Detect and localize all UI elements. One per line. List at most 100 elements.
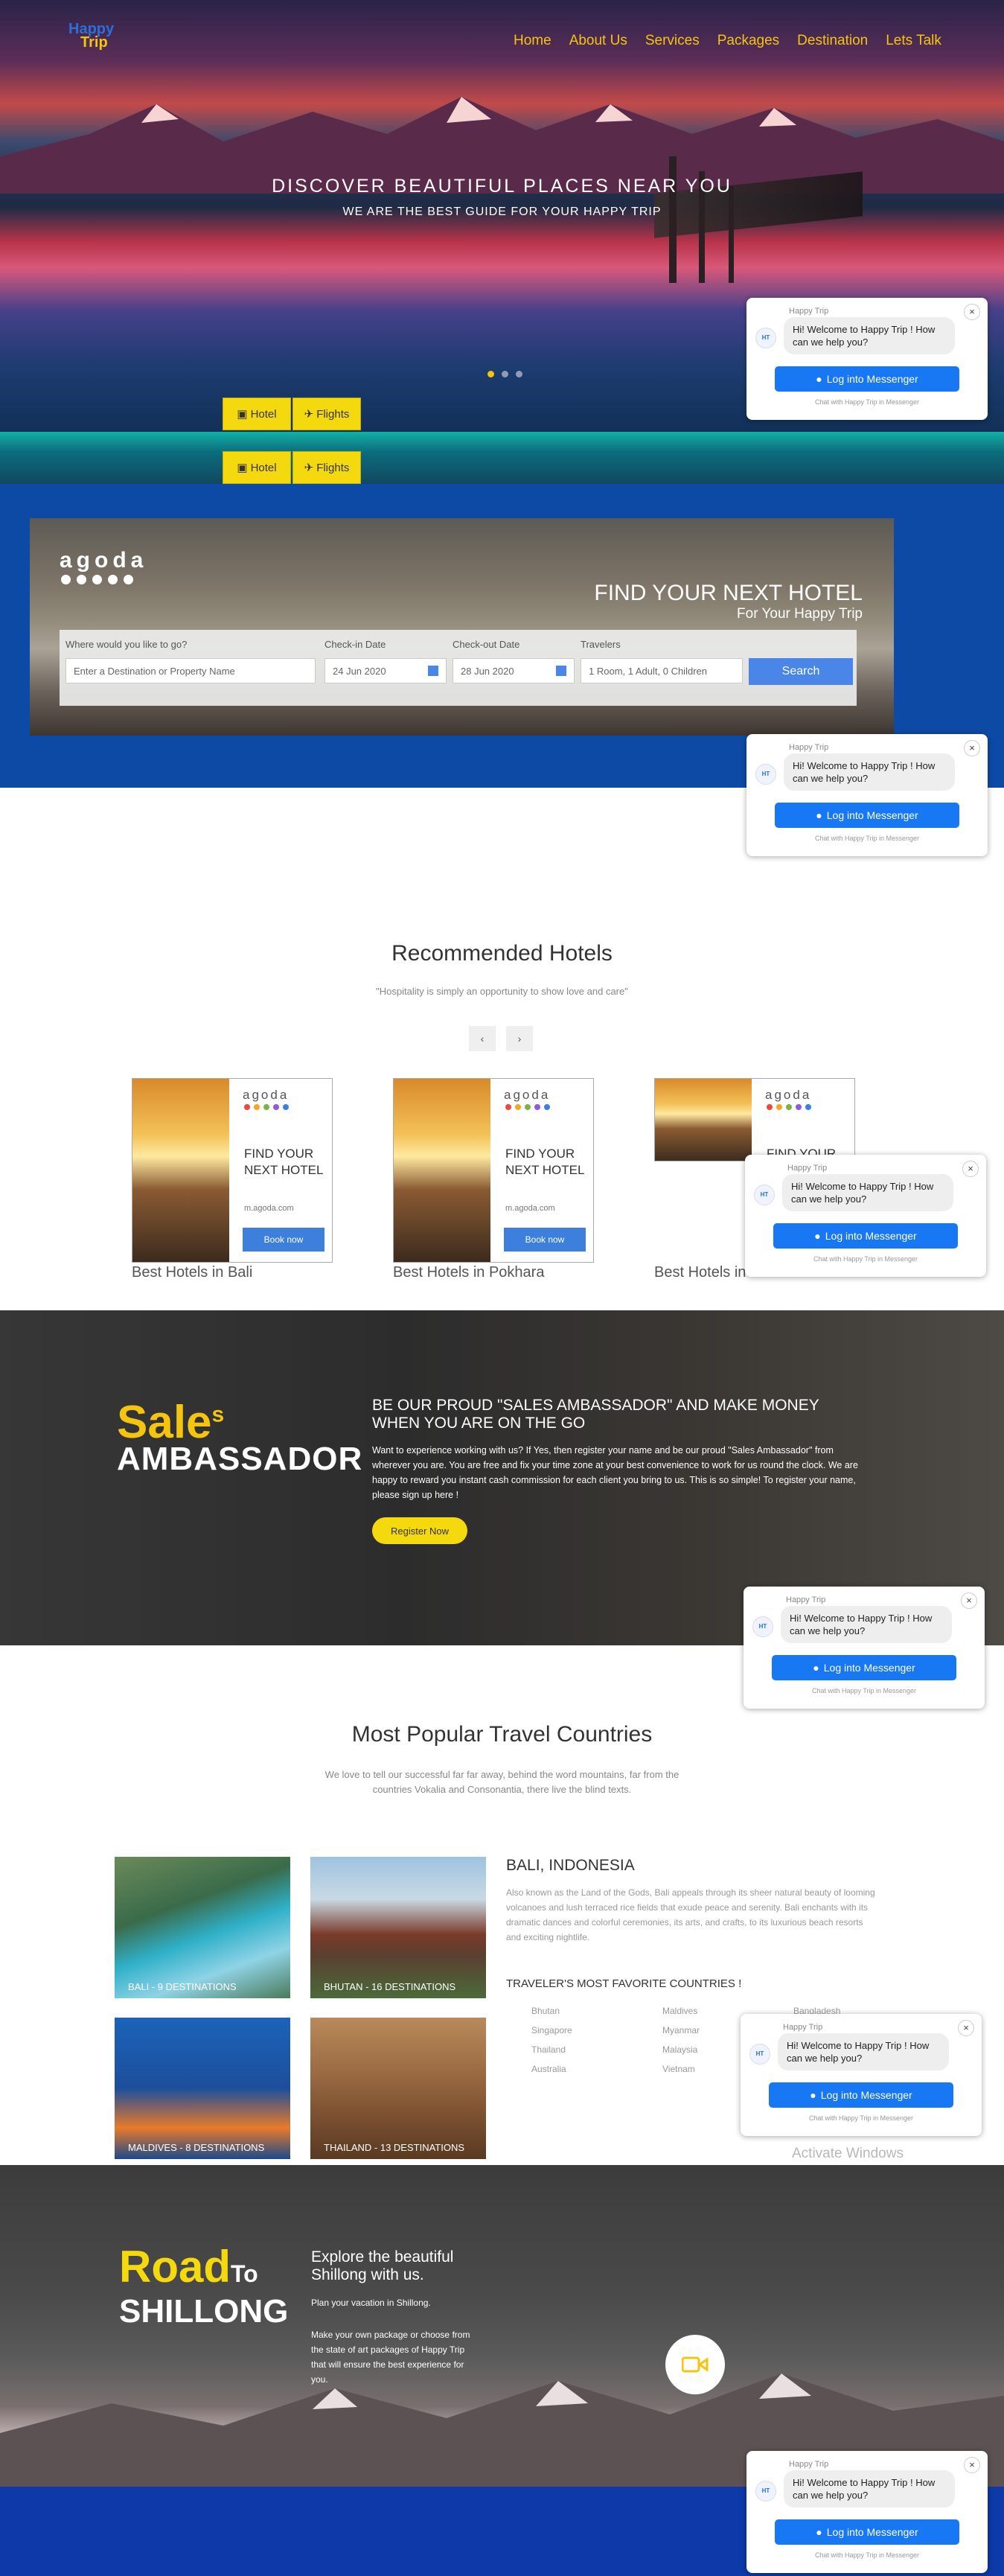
- carousel-dots: [487, 371, 522, 377]
- messenger-icon: ●: [816, 373, 822, 385]
- messenger-login-button[interactable]: ● Log into Messenger: [775, 2519, 959, 2545]
- messenger-login-button[interactable]: ● Log into Messenger: [772, 1655, 956, 1680]
- checkin-value: 24 Jun 2020: [333, 666, 386, 677]
- tab-flights-label: Flights: [316, 461, 350, 474]
- avatar: HT: [754, 1185, 775, 1205]
- carousel-dot[interactable]: [487, 371, 494, 377]
- messenger-icon: ●: [814, 1230, 821, 1242]
- messenger-login-button[interactable]: ● Log into Messenger: [769, 2082, 953, 2108]
- fav-country[interactable]: Thailand: [531, 2044, 662, 2055]
- messenger-greeting: Hi! Welcome to Happy Trip ! How can we h…: [784, 317, 955, 354]
- play-video-button[interactable]: [665, 2335, 725, 2394]
- avatar: HT: [752, 1616, 773, 1637]
- messenger-login-button[interactable]: ● Log into Messenger: [775, 366, 959, 392]
- messenger-footer: Chat with Happy Trip in Messenger: [811, 1687, 917, 1695]
- calendar-icon[interactable]: [556, 666, 566, 676]
- hotel-card-third[interactable]: agoda FIND YOUR NEXT HOTEL: [654, 1078, 855, 1161]
- brand-logo[interactable]: Happy Trip: [68, 22, 121, 60]
- country-card-bhutan[interactable]: BHUTAN - 16 DESTINATIONS: [310, 1857, 486, 1998]
- road-text-2: Make your own package or choose from the…: [311, 2330, 470, 2385]
- avatar: HT: [755, 328, 776, 348]
- register-now-button[interactable]: Register Now: [372, 1517, 467, 1544]
- agoda-title: FIND YOUR NEXT HOTEL: [594, 581, 863, 605]
- to-word: To: [231, 2260, 258, 2287]
- messenger-greeting: Hi! Welcome to Happy Trip ! How can we h…: [784, 2470, 955, 2508]
- book-now-button[interactable]: Book now: [243, 1228, 324, 1252]
- messenger-chat-popup: Happy Trip × HT Hi! Welcome to Happy Tri…: [746, 734, 988, 856]
- tab-flights-label: Flights: [316, 407, 350, 421]
- ambassador-word: AMBASSADOR: [117, 1441, 363, 1477]
- hotel-card-photo: [132, 1079, 229, 1262]
- travelers-input[interactable]: 1 Room, 1 Adult, 0 Children: [581, 658, 743, 683]
- card-url: m.agoda.com: [244, 1204, 294, 1213]
- card-text: FIND YOUR NEXT HOTEL: [505, 1147, 585, 1177]
- country-card-thailand[interactable]: THAILAND - 13 DESTINATIONS: [310, 2018, 486, 2159]
- plane-icon: ✈: [304, 462, 314, 474]
- close-icon[interactable]: ×: [958, 2020, 974, 2036]
- sales-heading: BE OUR PROUD "SALES AMBASSADOR" AND MAKE…: [372, 1397, 819, 1432]
- country-card-bali[interactable]: BALI - 9 DESTINATIONS: [115, 1857, 290, 1998]
- hotel-card-pokhara[interactable]: agoda FIND YOUR NEXT HOTEL m.agoda.com B…: [393, 1078, 594, 1263]
- messenger-footer: Chat with Happy Trip in Messenger: [808, 2114, 914, 2122]
- bed-icon: ▣: [237, 408, 248, 421]
- tab-hotel-label: Hotel: [250, 407, 277, 421]
- close-icon[interactable]: ×: [964, 2457, 980, 2473]
- messenger-login-button[interactable]: ● Log into Messenger: [773, 1223, 958, 1249]
- recommended-title: Recommended Hotels: [391, 941, 613, 966]
- hotel-name[interactable]: Best Hotels in: [654, 1264, 746, 1281]
- close-icon[interactable]: ×: [962, 1161, 979, 1177]
- nav-about[interactable]: About Us: [569, 33, 627, 49]
- messenger-chat-popup: Happy Trip × HT Hi! Welcome to Happy Tri…: [746, 298, 988, 420]
- carousel-dot[interactable]: [516, 371, 522, 377]
- messenger-login-button[interactable]: ● Log into Messenger: [775, 803, 959, 828]
- close-icon[interactable]: ×: [961, 1593, 977, 1609]
- country-card-label: THAILAND - 13 DESTINATIONS: [324, 2142, 465, 2153]
- messenger-greeting: Hi! Welcome to Happy Trip ! How can we h…: [781, 1606, 952, 1643]
- book-now-button[interactable]: Book now: [504, 1228, 586, 1252]
- hero-title: DISCOVER BEAUTIFUL PLACES NEAR YOU: [272, 176, 732, 197]
- sales-body: Want to experience working with us? If Y…: [372, 1445, 858, 1500]
- shillong-word: SHILLONG: [119, 2293, 289, 2330]
- card-agoda-logo: agoda: [243, 1088, 290, 1102]
- nav-destination[interactable]: Destination: [797, 33, 868, 49]
- hotel-name[interactable]: Best Hotels in Bali: [132, 1264, 252, 1281]
- nav-services[interactable]: Services: [645, 33, 700, 49]
- tab-flights-top[interactable]: ✈ Flights: [292, 398, 361, 430]
- nav-home[interactable]: Home: [514, 33, 551, 49]
- tab-hotel-top[interactable]: ▣ Hotel: [223, 398, 291, 430]
- favorite-countries-title: TRAVELER'S MOST FAVORITE COUNTRIES !: [506, 1977, 742, 1990]
- fav-country[interactable]: Australia: [531, 2064, 662, 2074]
- checkout-input[interactable]: 28 Jun 2020: [453, 658, 575, 683]
- messenger-footer: Chat with Happy Trip in Messenger: [814, 398, 920, 406]
- messenger-icon: ●: [816, 2526, 822, 2538]
- tab-hotel-label: Hotel: [250, 461, 277, 474]
- nav-packages[interactable]: Packages: [717, 33, 779, 49]
- tab-hotel[interactable]: ▣ Hotel: [223, 451, 291, 484]
- messenger-footer: Chat with Happy Trip in Messenger: [814, 835, 920, 842]
- close-icon[interactable]: ×: [964, 304, 980, 320]
- chevron-left-icon: ‹: [480, 1033, 485, 1045]
- prev-arrow-button[interactable]: ‹: [469, 1026, 496, 1051]
- country-card-maldives[interactable]: MALDIVES - 8 DESTINATIONS: [115, 2018, 290, 2159]
- close-icon[interactable]: ×: [964, 740, 980, 756]
- nav-contact[interactable]: Lets Talk: [886, 33, 941, 49]
- calendar-icon[interactable]: [428, 666, 438, 676]
- fav-country[interactable]: Singapore: [531, 2025, 662, 2035]
- chevron-right-icon: ›: [517, 1033, 522, 1045]
- country-card-label: MALDIVES - 8 DESTINATIONS: [128, 2142, 265, 2153]
- next-arrow-button[interactable]: ›: [506, 1026, 533, 1051]
- search-button[interactable]: Search: [749, 658, 853, 685]
- fav-country[interactable]: Bhutan: [531, 2006, 662, 2016]
- messenger-icon: ●: [810, 2089, 816, 2101]
- messenger-chat-popup: Happy Trip × HT Hi! Welcome to Happy Tri…: [745, 1155, 986, 1277]
- carousel-dot[interactable]: [502, 371, 508, 377]
- agoda-logo-dots: [61, 575, 133, 584]
- tab-flights[interactable]: ✈ Flights: [292, 451, 361, 484]
- card-agoda-dots: [505, 1104, 550, 1110]
- checkin-input[interactable]: 24 Jun 2020: [324, 658, 447, 683]
- destination-input[interactable]: Enter a Destination or Property Name: [65, 658, 316, 683]
- messenger-page-name: Happy Trip: [789, 307, 829, 316]
- hotel-name[interactable]: Best Hotels in Pokhara: [393, 1264, 544, 1281]
- hotel-card-bali[interactable]: agoda FIND YOUR NEXT HOTEL m.agoda.com B…: [132, 1078, 333, 1263]
- country-card-label: BALI - 9 DESTINATIONS: [128, 1981, 237, 1992]
